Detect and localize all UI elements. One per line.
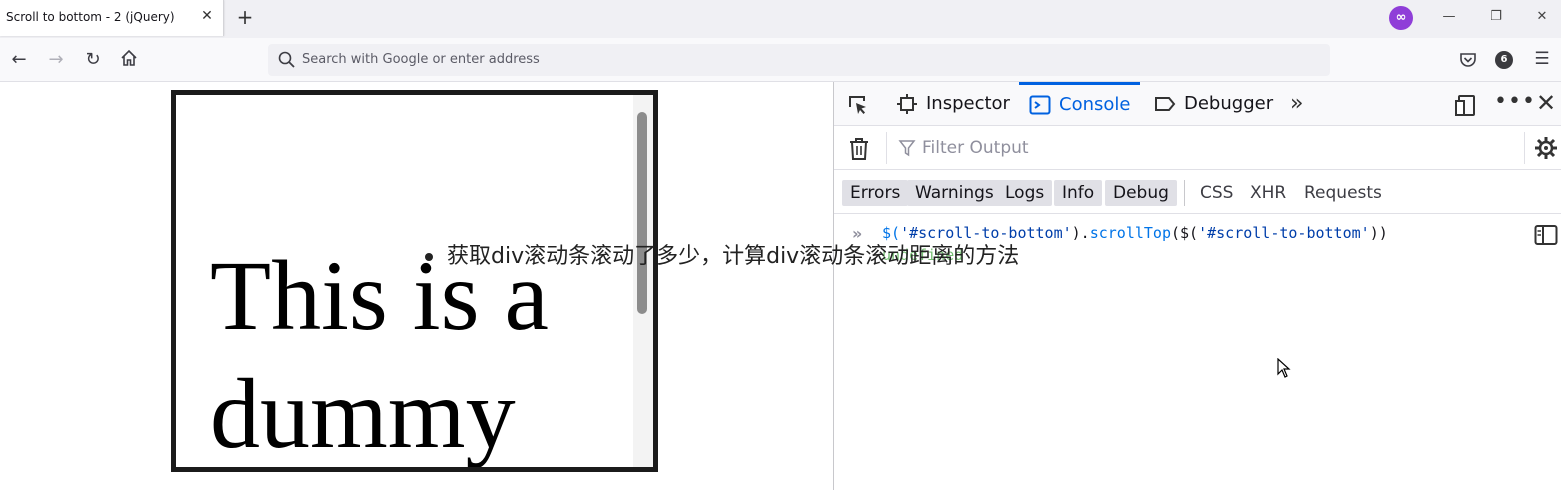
restore-button[interactable]: ❐ [1486,6,1506,28]
scroll-to-bottom-div[interactable]: This is a dummy [171,90,658,472]
overlay-caption-text: 获取div滚动条滚动了多少，计算div滚动条滚动距离的方法 [447,244,1020,269]
trash-icon[interactable] [848,137,870,161]
scrollbar-thumb[interactable] [637,112,647,314]
private-browsing-icon: ∞ [1389,6,1413,30]
inspector-icon [897,94,917,114]
devtools-close-icon[interactable]: ✕ [1536,91,1558,115]
filter-logs-button[interactable]: Logs [997,180,1053,206]
more-options-icon[interactable]: ••• [1494,90,1536,114]
extension-badge[interactable]: 6 [1495,51,1513,69]
address-input[interactable]: Search with Google or enter address [302,52,540,67]
console-filter-bar: Filter Output [834,126,1561,170]
forward-arrow-icon[interactable]: → [45,49,67,71]
filter-info-button[interactable]: Info [1054,180,1103,206]
tab-inspector[interactable]: Inspector [896,82,1010,126]
dummy-text: This is a dummy [210,237,549,469]
tab-strip: Scroll to bottom - 2 (jQuery) ✕ + ∞ — ❐ … [0,0,1561,38]
minimize-button[interactable]: — [1439,6,1459,28]
filter-errors-button[interactable]: Errors [842,180,909,206]
devtools-toolbar: Inspector Console Debugger » ••• ✕ [834,82,1561,126]
pocket-icon[interactable] [1458,50,1478,70]
address-bar[interactable]: Search with Google or enter address [268,44,1330,76]
pick-element-icon[interactable] [846,93,870,117]
more-tabs-chevron-icon[interactable]: » [1290,92,1314,116]
filter-warnings-button[interactable]: Warnings [907,180,1002,206]
bullet-dot [425,253,433,261]
back-arrow-icon[interactable]: ← [8,49,30,71]
tab-close-icon[interactable]: ✕ [198,7,216,25]
debugger-icon [1155,97,1176,111]
tab-label: Inspector [926,93,1010,114]
console-icon [1029,95,1051,115]
tab-debugger[interactable]: Debugger [1154,82,1273,126]
page-content: This is a dummy [0,82,833,490]
divider [886,132,887,164]
reload-icon[interactable]: ↻ [82,49,104,71]
tab-label: Console [1059,94,1131,115]
dummy-text-line: dummy [210,358,516,469]
home-icon[interactable] [118,49,140,71]
filter-icon [898,140,916,157]
filter-requests-button[interactable]: Requests [1296,180,1390,206]
filter-css-button[interactable]: CSS [1192,180,1241,206]
dock-side-icon[interactable] [1454,93,1478,117]
divider [1184,180,1185,206]
tab-label: Debugger [1184,93,1274,114]
hamburger-menu-icon[interactable]: ☰ [1532,49,1552,69]
tab-title: Scroll to bottom - 2 (jQuery) [6,10,175,24]
tab-console[interactable]: Console [1019,82,1141,126]
navigation-toolbar: ← → ↻ Search with Google or enter addres… [0,38,1561,82]
scrollbar-track[interactable] [633,95,653,467]
sidebar-toggle-icon[interactable] [1534,224,1558,246]
divider [1524,132,1525,164]
filter-xhr-button[interactable]: XHR [1242,180,1294,206]
search-icon [278,51,295,68]
new-tab-button[interactable]: + [234,6,256,28]
window-close-button[interactable]: ✕ [1532,6,1552,28]
browser-tab[interactable]: Scroll to bottom - 2 (jQuery) ✕ [0,0,224,36]
log-level-filters: Errors Warnings Logs Info Debug CSS XHR … [834,170,1561,214]
gear-icon[interactable] [1534,136,1558,160]
filter-output-input[interactable]: Filter Output [922,138,1029,158]
overlay-caption: 获取div滚动条滚动了多少，计算div滚动条滚动距离的方法 [425,238,1019,270]
mouse-cursor-icon [1277,358,1291,378]
filter-debug-button[interactable]: Debug [1105,180,1177,206]
devtools-panel: Inspector Console Debugger » ••• ✕ Filte… [833,82,1561,490]
